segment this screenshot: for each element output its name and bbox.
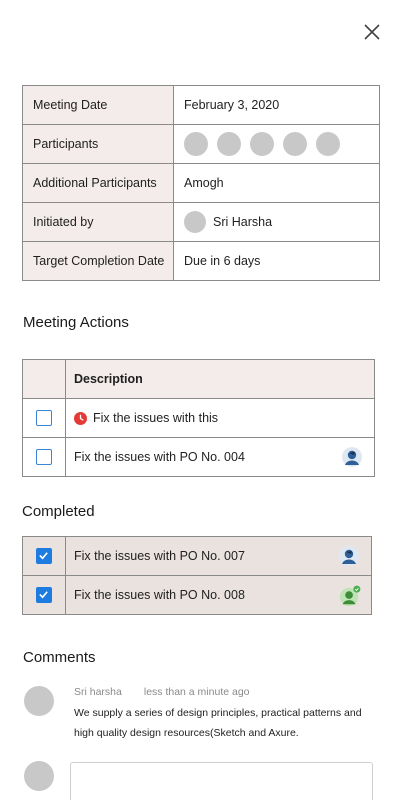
participant-avatar[interactable] (184, 132, 208, 156)
description-header: Description (65, 359, 375, 399)
comment-input[interactable] (70, 762, 373, 800)
participants-label: Participants (22, 124, 174, 164)
additional-participants-value: Amogh (173, 163, 380, 203)
additional-participants-row: Additional Participants Amogh (22, 163, 380, 203)
initiated-by-row: Initiated by Sri Harsha (22, 202, 380, 242)
comment-text: We supply a series of design principles,… (74, 707, 362, 739)
meeting-date-row: Meeting Date February 3, 2020 (22, 85, 380, 125)
participants-value (173, 124, 380, 164)
initiated-by-label: Initiated by (22, 202, 174, 242)
table-row: Fix the issues with this (22, 398, 375, 438)
current-user-avatar (24, 761, 54, 791)
meeting-info-table: Meeting Date February 3, 2020 Participan… (22, 85, 380, 281)
completed-table: Fix the issues with PO No. 007 Fix the i… (22, 536, 372, 615)
comment-time: less than a minute ago (143, 686, 250, 698)
action-text: Fix the issues with PO No. 004 (74, 450, 245, 464)
comments-title: Comments (23, 649, 96, 666)
target-date-value: Due in 6 days (173, 241, 380, 281)
action-checkbox[interactable] (36, 449, 52, 465)
completed-checkbox[interactable] (36, 548, 52, 564)
participant-avatar[interactable] (217, 132, 241, 156)
completed-title: Completed (22, 503, 95, 520)
participant-avatar[interactable] (316, 132, 340, 156)
completed-text: Fix the issues with PO No. 008 (74, 588, 245, 602)
assignee-avatar-verified[interactable] (339, 585, 361, 607)
comment-meta: Sri harsha less than a minute ago (74, 686, 250, 698)
avatar (184, 211, 206, 233)
completed-text: Fix the issues with PO No. 007 (74, 549, 245, 563)
meeting-date-label: Meeting Date (22, 85, 174, 125)
initiator-name: Sri Harsha (213, 215, 273, 229)
assignee-avatar[interactable] (339, 546, 359, 566)
meeting-actions-table: Description Fix the issues with this Fix… (22, 359, 375, 477)
participant-avatars (184, 132, 379, 156)
header-check-cell (22, 359, 66, 399)
action-text: Fix the issues with this (93, 411, 219, 425)
clock-icon (74, 411, 87, 425)
completed-checkbox[interactable] (36, 587, 52, 603)
meeting-actions-title: Meeting Actions (23, 314, 129, 331)
close-icon (364, 24, 380, 40)
close-button[interactable] (362, 22, 382, 42)
target-date-row: Target Completion Date Due in 6 days (22, 241, 380, 281)
table-row: Fix the issues with PO No. 004 (22, 437, 375, 477)
commenter-avatar (24, 686, 54, 716)
meeting-date-value: February 3, 2020 (173, 85, 380, 125)
target-date-label: Target Completion Date (22, 241, 174, 281)
table-row: Fix the issues with PO No. 007 (22, 536, 372, 576)
initiated-by-value: Sri Harsha (173, 202, 380, 242)
participant-avatar[interactable] (283, 132, 307, 156)
comment-author: Sri harsha (74, 686, 122, 698)
additional-participants-label: Additional Participants (22, 163, 174, 203)
participant-avatar[interactable] (250, 132, 274, 156)
participants-row: Participants (22, 124, 380, 164)
table-row: Fix the issues with PO No. 008 (22, 575, 372, 615)
assignee-avatar[interactable] (342, 447, 362, 467)
table-header-row: Description (22, 359, 375, 399)
action-checkbox[interactable] (36, 410, 52, 426)
